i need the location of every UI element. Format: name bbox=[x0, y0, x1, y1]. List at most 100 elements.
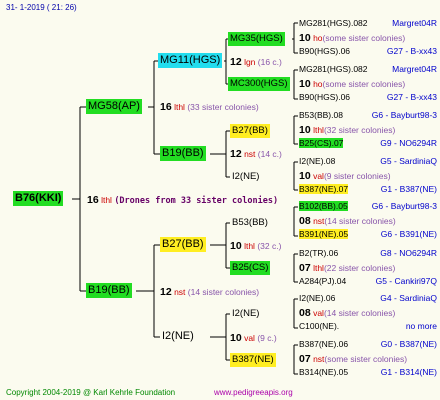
leaf-queen-row: B90(HGS).06 G27 - B-xx43 bbox=[299, 92, 437, 103]
leaf-origin: G27 - B-xx43 bbox=[386, 46, 437, 56]
leaf-origin: Margret04R bbox=[392, 18, 437, 28]
leaf-note: (some sister colonies) bbox=[322, 33, 406, 43]
leaf-queen: B314(NE).05 bbox=[299, 367, 349, 377]
leaf-num: 10 bbox=[299, 170, 311, 182]
leaf-unit: val bbox=[313, 171, 324, 181]
leaf-mating-row: 10 ho(some sister colonies) bbox=[299, 33, 405, 44]
leaf-unit: nst bbox=[313, 216, 325, 226]
dam-mating: 12 nst (14 sister colonies) bbox=[160, 286, 259, 298]
dd-mating: 10 val (9 c.) bbox=[230, 332, 277, 344]
leaf-note: (14 sister colonies) bbox=[324, 216, 396, 226]
leaf-queen-row: A284(PJ).04 G5 - Cankiri97Q bbox=[299, 276, 437, 287]
leaf-unit: lthl bbox=[313, 125, 324, 135]
leaf-note: (some sister colonies) bbox=[324, 354, 408, 364]
root-mating: 16 lthl (Drones from 33 sister colonies) bbox=[87, 194, 278, 207]
leaf-num: 08 bbox=[299, 215, 311, 227]
leaf-origin: G6 - Bayburt98-3 bbox=[371, 201, 437, 211]
ds-s-node: B53(BB) bbox=[232, 217, 268, 228]
sd-mating: 12 nst (14 c.) bbox=[230, 148, 282, 160]
leaf-queen-row: I2(NE).08 G5 - SardiniaQ bbox=[299, 156, 437, 167]
leaf-origin: no more bbox=[405, 321, 437, 331]
leaf-unit: lthl bbox=[313, 263, 324, 273]
leaf-origin: G0 - B387(NE) bbox=[380, 339, 437, 349]
leaf-origin: Margret04R bbox=[392, 64, 437, 74]
leaf-queen-row: B102(BB).05 G6 - Bayburt98-3 bbox=[299, 201, 437, 212]
leaf-note: (32 sister colonies) bbox=[323, 125, 396, 135]
header-date: 31- 1-2019 ( 21: 26) bbox=[6, 3, 77, 12]
leaf-num: 07 bbox=[299, 262, 311, 274]
leaf-queen: B387(NE).07 bbox=[299, 184, 349, 194]
leaf-num: 10 bbox=[299, 78, 311, 90]
leaf-queen-row: B387(NE).07 G1 - B387(NE) bbox=[299, 184, 437, 195]
leaf-unit: val bbox=[313, 308, 324, 318]
ds-mating: 10 lthl (32 c.) bbox=[230, 240, 282, 252]
sd-d-node: I2(NE) bbox=[232, 171, 260, 182]
leaf-origin: G8 - NO6294R bbox=[380, 248, 437, 258]
dd-s-node: I2(NE) bbox=[232, 308, 260, 319]
leaf-note: (14 sister colonies) bbox=[323, 308, 396, 318]
leaf-queen-row: B25(CS).07 G9 - NO6294R bbox=[299, 138, 437, 149]
leaf-mating-row: 07 nst(some sister colonies) bbox=[299, 354, 407, 365]
leaf-queen-row: I2(NE).06 G4 - SardiniaQ bbox=[299, 293, 437, 304]
sd-s-node: B27(BB) bbox=[230, 124, 270, 138]
leaf-origin: G1 - B387(NE) bbox=[380, 184, 437, 194]
dam-note: (14 sister colonies) bbox=[187, 287, 260, 297]
leaf-queen: B387(NE).06 bbox=[299, 339, 349, 349]
leaf-queen: B391(NE).05 bbox=[299, 229, 349, 239]
sd-node: B19(BB) bbox=[160, 146, 206, 161]
root-note: (Drones from 33 sister colonies) bbox=[114, 196, 279, 206]
leaf-origin: G6 - Bayburt98-3 bbox=[371, 110, 437, 120]
leaf-queen: MG281(HGS).082 bbox=[299, 64, 368, 74]
leaf-queen-row: B387(NE).06 G0 - B387(NE) bbox=[299, 339, 437, 350]
leaf-origin: G5 - Cankiri97Q bbox=[375, 276, 437, 286]
leaf-origin: G4 - SardiniaQ bbox=[380, 293, 437, 303]
leaf-mating-row: 08 val(14 sister colonies) bbox=[299, 308, 395, 319]
leaf-queen-row: B2(TR).06 G8 - NO6294R bbox=[299, 248, 437, 259]
leaf-origin: G5 - SardiniaQ bbox=[380, 156, 437, 166]
pedigree-diagram: 31- 1-2019 ( 21: 26) B76(KKI) 16 lthl (D… bbox=[0, 0, 440, 400]
leaf-num: 10 bbox=[299, 32, 311, 44]
leaf-mating-row: 10 val(9 sister colonies) bbox=[299, 171, 391, 182]
leaf-queen-row: B53(BB).08 G6 - Bayburt98-3 bbox=[299, 110, 437, 121]
leaf-origin: G6 - B391(NE) bbox=[380, 229, 437, 239]
leaf-origin: G1 - B314(NE) bbox=[380, 367, 437, 377]
leaf-queen: I2(NE).06 bbox=[299, 293, 336, 303]
leaf-queen-row: C100(NE). no more bbox=[299, 321, 437, 332]
leaf-note: (22 sister colonies) bbox=[323, 263, 396, 273]
leaf-queen-row: B391(NE).05 G6 - B391(NE) bbox=[299, 229, 437, 240]
leaf-mating-row: 10 lthl(32 sister colonies) bbox=[299, 125, 395, 136]
leaf-mating-row: 08 nst(14 sister colonies) bbox=[299, 216, 396, 227]
leaf-num: 07 bbox=[299, 353, 311, 365]
leaf-mating-row: 10 ho(some sister colonies) bbox=[299, 79, 405, 90]
leaf-origin: G27 - B-xx43 bbox=[386, 92, 437, 102]
leaf-note: (9 sister colonies) bbox=[323, 171, 391, 181]
leaf-queen: I2(NE).08 bbox=[299, 156, 336, 166]
leaf-queen: MG281(HGS).082 bbox=[299, 18, 368, 28]
leaf-num: 08 bbox=[299, 307, 311, 319]
leaf-queen: C100(NE). bbox=[299, 321, 340, 331]
dam-node: B19(BB) bbox=[86, 283, 132, 298]
leaf-origin: G9 - NO6294R bbox=[380, 138, 437, 148]
leaf-queen: B2(TR).06 bbox=[299, 248, 339, 258]
ss-mating: 12 lgn (16 c.) bbox=[230, 56, 282, 68]
leaf-num: 10 bbox=[299, 124, 311, 136]
footer-site: www.pedigreeapis.org bbox=[214, 388, 293, 397]
ss-s-node: MG35(HGS) bbox=[228, 32, 285, 46]
leaf-queen: B90(HGS).06 bbox=[299, 92, 351, 102]
root-node: B76(KKI) bbox=[13, 191, 64, 206]
dd-d-node: B387(NE) bbox=[230, 353, 276, 367]
sire-node: MG58(AP) bbox=[86, 99, 142, 114]
leaf-unit: ho bbox=[313, 79, 323, 89]
root-unit: lthl bbox=[101, 195, 112, 205]
leaf-queen: B25(CS).07 bbox=[299, 138, 344, 148]
leaf-unit: nst bbox=[313, 354, 325, 364]
leaf-queen-row: MG281(HGS).082 Margret04R bbox=[299, 64, 437, 75]
footer-copyright: Copyright 2004-2019 @ Karl Kehrle Founda… bbox=[6, 388, 176, 397]
leaf-queen-row: B314(NE).05 G1 - B314(NE) bbox=[299, 367, 437, 378]
sire-mating: 16 lthl (33 sister colonies) bbox=[160, 101, 259, 113]
leaf-queen-row: B90(HGS).06 G27 - B-xx43 bbox=[299, 46, 437, 57]
leaf-note: (some sister colonies) bbox=[322, 79, 406, 89]
ss-node: MG11(HGS) bbox=[158, 53, 223, 68]
sire-note: (33 sister colonies) bbox=[187, 102, 259, 112]
ds-d-node: B25(CS) bbox=[230, 261, 271, 275]
